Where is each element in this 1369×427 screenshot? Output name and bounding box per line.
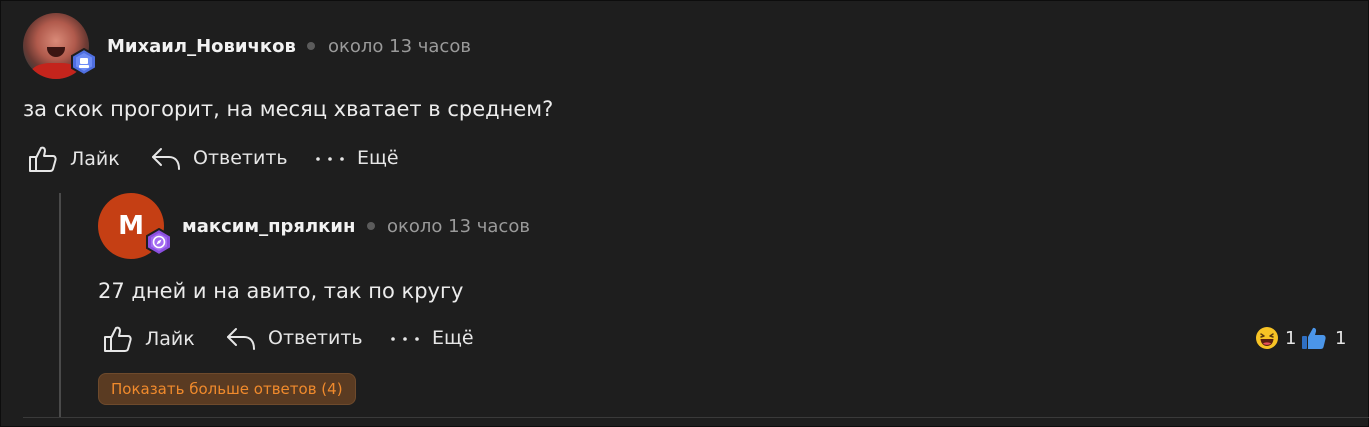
show-more-replies-button[interactable]: Показать больше ответов (4) bbox=[98, 373, 356, 405]
more-dots-icon bbox=[391, 337, 419, 341]
reply-icon bbox=[152, 148, 180, 170]
reply-icon bbox=[227, 328, 255, 350]
more-dots-icon bbox=[316, 157, 344, 161]
laughing-emoji-icon bbox=[1256, 327, 1278, 349]
comment-text: за скок прогорит, на месяц хватает в сре… bbox=[23, 97, 554, 121]
more-label: Ещё bbox=[357, 147, 399, 169]
comment-timestamp: около 13 часов bbox=[328, 36, 471, 57]
more-label: Ещё bbox=[432, 327, 474, 349]
reply-author-name[interactable]: максим_прялкин bbox=[182, 216, 355, 237]
thumbs-up-emoji-icon bbox=[1302, 327, 1326, 349]
compass-badge-icon bbox=[145, 228, 173, 256]
reply-button[interactable]: Ответить bbox=[151, 145, 288, 171]
divider bbox=[23, 417, 1369, 418]
rank-badge-icon bbox=[70, 48, 98, 76]
like-label: Лайк bbox=[145, 328, 195, 350]
avatar-letter: M bbox=[118, 211, 144, 241]
reply-more-button[interactable]: Ещё bbox=[390, 325, 474, 351]
reaction-thumbs-up[interactable]: 1 bbox=[1301, 326, 1346, 350]
thread-line bbox=[59, 193, 61, 417]
like-icon bbox=[104, 326, 132, 352]
reply-label: Ответить bbox=[268, 327, 363, 349]
reply-like-button[interactable]: Лайк bbox=[103, 325, 195, 353]
reply-text: 27 дней и на авито, так по кругу bbox=[98, 279, 464, 303]
reaction-count: 1 bbox=[1335, 327, 1347, 349]
separator-dot bbox=[307, 42, 315, 50]
like-label: Лайк bbox=[70, 148, 120, 170]
separator-dot bbox=[367, 222, 375, 230]
like-icon bbox=[29, 146, 57, 172]
reply-reply-button[interactable]: Ответить bbox=[226, 325, 363, 351]
reaction-laugh[interactable]: 1 bbox=[1255, 326, 1296, 350]
more-button[interactable]: Ещё bbox=[315, 145, 399, 171]
comment-thread: Михаил_Новичков около 13 часов за скок п… bbox=[0, 0, 1369, 427]
author-name[interactable]: Михаил_Новичков bbox=[107, 36, 296, 57]
like-button[interactable]: Лайк bbox=[28, 145, 120, 173]
reaction-count: 1 bbox=[1285, 327, 1297, 349]
reply-timestamp: около 13 часов bbox=[387, 216, 530, 237]
reply-label: Ответить bbox=[193, 147, 288, 169]
